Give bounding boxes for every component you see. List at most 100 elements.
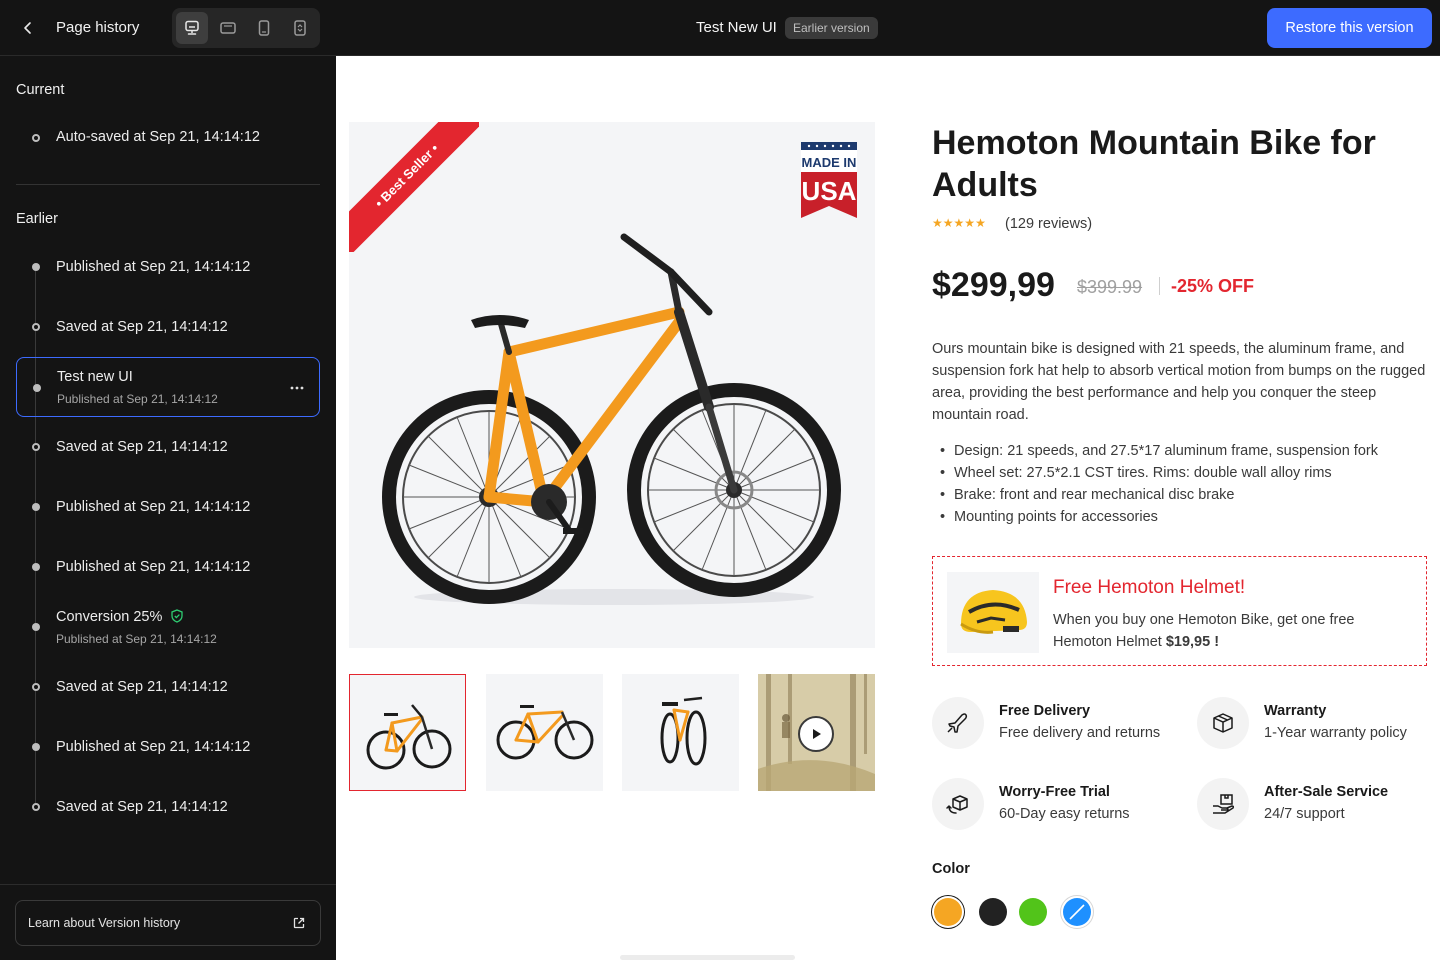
history-item-label-wrap: Conversion 25% [56, 609, 184, 625]
tablet-landscape-icon [220, 22, 236, 34]
service-free-delivery: Free Delivery Free delivery and returns [932, 697, 1172, 751]
product-title: Hemoton Mountain Bike for Adults [932, 124, 1376, 204]
current-price: $299,99 [932, 266, 1055, 304]
service-after-sale: After-Sale Service 24/7 support [1197, 778, 1437, 832]
video-thumbnail[interactable] [758, 674, 875, 791]
unavailable-slash-icon [1069, 904, 1085, 920]
history-item[interactable]: Published at Sep 21, 14:14:12 [16, 477, 320, 537]
tablet-portrait-view-button[interactable] [248, 12, 280, 44]
history-sidebar: Current Auto-saved at Sep 21, 14:14:12 E… [0, 56, 336, 960]
timeline-dot [32, 134, 40, 142]
sidebar-footer: Learn about Version history [0, 884, 336, 960]
device-switcher [172, 8, 320, 48]
service-title: After-Sale Service [1264, 784, 1389, 800]
star-icon: ★ [953, 216, 965, 230]
bike-thumbnail-image [496, 705, 594, 760]
history-item[interactable]: Saved at Sep 21, 14:14:12 [16, 657, 320, 717]
made-in-usa-badge: MADE IN USA [801, 142, 857, 218]
feature-item: Mounting points for accessories [932, 506, 1432, 528]
feature-item: Brake: front and rear mechanical disc br… [932, 484, 1432, 506]
service-subtitle: Free delivery and returns [999, 725, 1161, 741]
box-icon [1197, 697, 1249, 749]
page-bottom-fade [620, 955, 795, 960]
history-item-label: Conversion 25% [56, 609, 163, 625]
ribbon-label: Best Seller [377, 146, 436, 205]
product-description: Ours mountain bike is designed with 21 s… [932, 341, 1426, 423]
history-item-label: Saved at Sep 21, 14:14:12 [56, 799, 228, 815]
history-item-label: Saved at Sep 21, 14:14:12 [56, 439, 228, 455]
service-subtitle: 60-Day easy returns [999, 806, 1130, 822]
thumbnail-3[interactable] [622, 674, 739, 791]
mobile-icon [258, 20, 270, 36]
chevron-left-icon [24, 22, 31, 34]
responsive-view-button[interactable] [284, 12, 316, 44]
play-button[interactable] [798, 716, 834, 752]
color-swatch-green[interactable] [1019, 898, 1047, 926]
feature-item: Design: 21 speeds, and 27.5*17 aluminum … [932, 440, 1432, 462]
history-item-label: Saved at Sep 21, 14:14:12 [56, 679, 228, 695]
history-item-sub: Published at Sep 21, 14:14:12 [56, 632, 217, 646]
more-options-button[interactable] [285, 376, 309, 400]
history-item[interactable]: Published at Sep 21, 14:14:12 [16, 537, 320, 597]
star-icon: ★ [932, 216, 943, 230]
service-subtitle: 24/7 support [1264, 806, 1345, 822]
current-section-title: Current [16, 82, 65, 98]
history-item[interactable]: Saved at Sep 21, 14:14:12 [16, 777, 320, 837]
history-item-current[interactable]: Auto-saved at Sep 21, 14:14:12 [16, 108, 320, 168]
play-icon [813, 729, 821, 739]
responsive-icon [294, 20, 306, 36]
star-icon: ★ [975, 216, 986, 230]
promo-title: Free Hemoton Helmet! [1053, 577, 1246, 598]
more-horizontal-icon [290, 386, 304, 390]
feature-item: Wheel set: 27.5*2.1 CST tires. Rims: dou… [932, 462, 1432, 484]
timeline-dot [32, 443, 40, 451]
history-item[interactable]: Published at Sep 21, 14:14:12 [16, 717, 320, 777]
star-icon: ★ [964, 216, 976, 230]
timeline-dot [32, 263, 40, 271]
plane-icon [932, 697, 984, 749]
desktop-icon [185, 20, 199, 35]
bike-thumbnail-image [366, 704, 452, 770]
timeline-dot [32, 563, 40, 571]
history-item[interactable]: Saved at Sep 21, 14:14:12 [16, 417, 320, 477]
tablet-landscape-view-button[interactable] [212, 12, 244, 44]
product-main-image[interactable]: • Best Seller • MADE IN USA [349, 122, 875, 648]
desktop-view-button[interactable] [176, 12, 208, 44]
timeline-dot [32, 683, 40, 691]
shield-check-icon [171, 609, 184, 623]
color-swatch-orange[interactable] [934, 898, 962, 926]
rating-stars: ★★★★★ [932, 216, 986, 230]
learn-link-label: Learn about Version history [28, 916, 181, 930]
back-button[interactable] [16, 16, 40, 40]
service-title: Worry-Free Trial [999, 784, 1110, 800]
helmet-image [947, 572, 1039, 653]
restore-version-button[interactable]: Restore this version [1267, 8, 1432, 48]
review-count[interactable]: (129 reviews) [1005, 216, 1092, 232]
star-icon: ★ [942, 216, 954, 230]
history-item-label: Auto-saved at Sep 21, 14:14:12 [56, 129, 260, 145]
free-helmet-promo: Free Hemoton Helmet! When you buy one He… [932, 556, 1427, 666]
color-swatch-blue[interactable] [1063, 898, 1091, 926]
discount-label: -25% OFF [1171, 276, 1255, 296]
history-item-label: Published at Sep 21, 14:14:12 [56, 739, 251, 755]
history-item-selected[interactable]: Test new UI Published at Sep 21, 14:14:1… [16, 357, 320, 417]
thumbnail-2[interactable] [486, 674, 603, 791]
service-subtitle: 1-Year warranty policy [1264, 725, 1407, 741]
history-item[interactable]: Published at Sep 21, 14:14:12 [16, 237, 320, 297]
return-box-icon [932, 778, 984, 830]
color-swatch-black[interactable] [979, 898, 1007, 926]
page-history-title: Page history [56, 19, 140, 36]
history-item-label: Test new UI [57, 369, 133, 385]
original-price: $399.99 [1077, 277, 1143, 297]
external-link-icon [293, 917, 305, 929]
page-name: Test New UI [696, 19, 777, 36]
learn-version-history-link[interactable]: Learn about Version history [15, 900, 321, 946]
history-item[interactable]: Saved at Sep 21, 14:14:12 [16, 297, 320, 357]
history-item[interactable]: Conversion 25% Published at Sep 21, 14:1… [16, 597, 320, 657]
helmet-icon [960, 590, 1027, 634]
color-label: Color [932, 861, 970, 877]
timeline-dot [33, 384, 41, 392]
thumbnail-1[interactable] [349, 674, 466, 791]
history-item-label: Published at Sep 21, 14:14:12 [56, 499, 251, 515]
badge-line1: MADE IN [802, 155, 857, 170]
